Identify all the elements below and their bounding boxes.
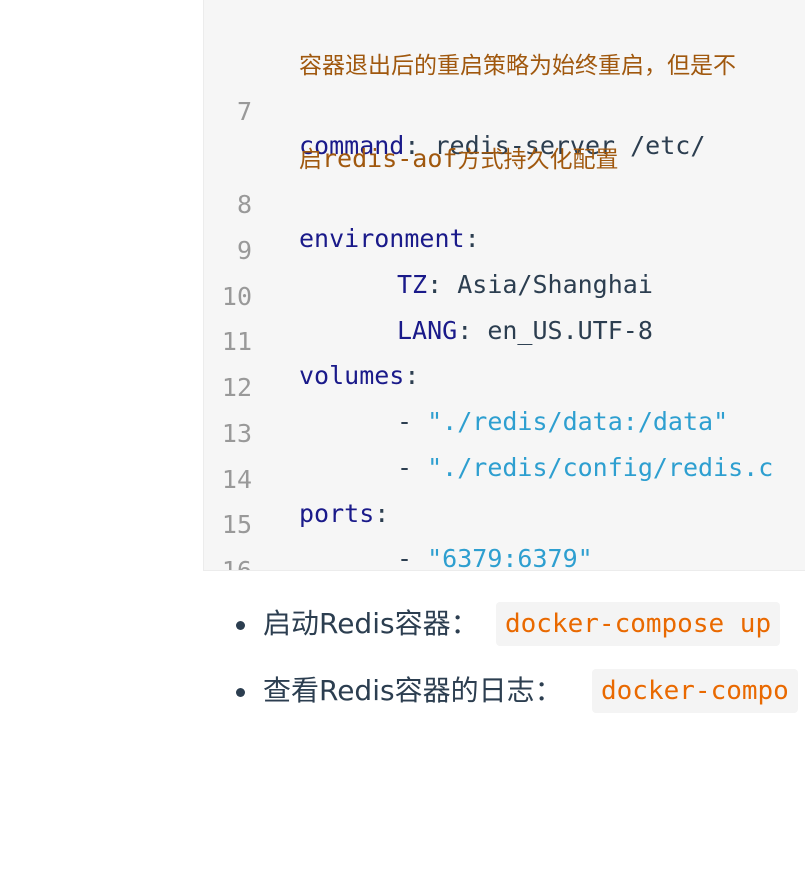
bullet-dot	[236, 688, 245, 697]
bullet-dot	[236, 621, 245, 630]
code-line-10: 10 LANG: en_US.UTF-8	[204, 246, 653, 345]
code-line-13: 13 - "./redis/config/redis.c	[204, 383, 773, 482]
yaml-dash: -	[397, 453, 428, 482]
code-line-15: 15 - "6379:6379"	[204, 474, 593, 570]
comment-text: 容器退出后的重启策略为始终重启，但是不	[299, 53, 736, 79]
code-content: volumes:	[299, 359, 419, 393]
yaml-value: Asia/Shanghai	[457, 270, 653, 299]
code-line-7-comment: 启redis-aof方式持久化配置	[204, 108, 618, 173]
yaml-key: TZ	[397, 270, 428, 299]
yaml-separator: :	[427, 270, 458, 299]
code-line-16: 16	[204, 520, 264, 570]
code-content: - "./redis/data:/data"	[397, 405, 728, 439]
code-content: ports:	[299, 497, 389, 531]
code-line-14: 14 ports:	[204, 429, 389, 528]
code-line-9: 9 TZ: Asia/Shanghai	[204, 200, 653, 299]
code-content: - "6379:6379"	[397, 542, 593, 571]
code-content: TZ: Asia/Shanghai	[397, 268, 653, 302]
list-item-text: 查看Redis容器的日志：	[263, 674, 563, 707]
yaml-string: "./redis/data:/data"	[427, 407, 729, 436]
yaml-key: ports	[299, 499, 375, 528]
yaml-string: "./redis/config/redis.c	[427, 453, 774, 482]
comment-mono: redis-aof	[322, 144, 458, 173]
code-line-6-comment: 容器退出后的重启策略为始终重启，但是不	[204, 15, 736, 79]
yaml-dash: -	[397, 407, 428, 436]
yaml-dash: -	[397, 544, 428, 571]
code-content: LANG: en_US.UTF-8	[397, 314, 653, 348]
inline-code: docker-compo	[592, 669, 798, 713]
yaml-separator: :	[404, 361, 420, 390]
yaml-separator: :	[374, 499, 390, 528]
code-content: environment:	[299, 222, 480, 256]
code-line-12: 12 - "./redis/data:/data"	[204, 337, 728, 436]
comment-prefix: 启	[299, 147, 322, 173]
code-content: - "./redis/config/redis.c	[397, 451, 773, 485]
yaml-key: environment	[299, 224, 465, 253]
code-line-11: 11 volumes:	[204, 291, 420, 390]
yaml-key: volumes	[299, 361, 405, 390]
yaml-key: LANG	[397, 316, 458, 345]
yaml-separator: :	[457, 316, 488, 345]
yaml-string: "6379:6379"	[427, 544, 593, 571]
line-number: 16	[221, 556, 252, 571]
list-item-text: 启动Redis容器：	[263, 607, 479, 640]
code-block: 容器退出后的重启策略为始终重启，但是不 7 command: redis-ser…	[203, 0, 805, 571]
inline-code: docker-compose up	[496, 602, 781, 646]
code-line-7: 7 command: redis-server /etc/	[204, 61, 705, 160]
comment-suffix: 方式持久化配置	[457, 147, 619, 173]
yaml-separator: :	[464, 224, 480, 253]
yaml-value: en_US.UTF-8	[487, 316, 653, 345]
code-line-8: 8 environment:	[204, 154, 480, 253]
comment-text: 启redis-aof方式持久化配置	[299, 142, 618, 177]
